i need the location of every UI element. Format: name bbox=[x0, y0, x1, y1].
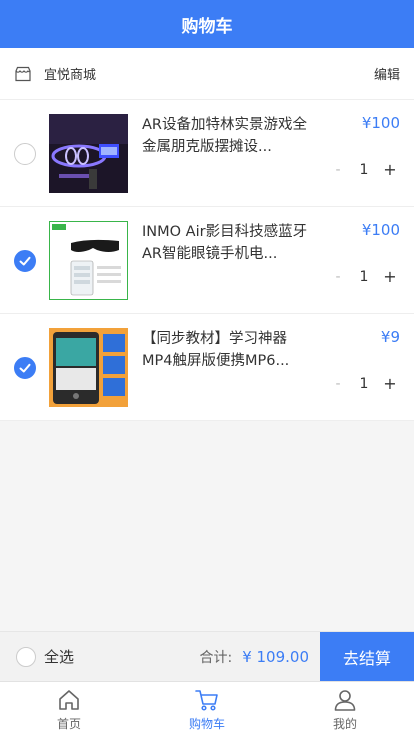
cart-icon bbox=[195, 689, 218, 711]
decrease-button[interactable]: - bbox=[328, 269, 348, 285]
decrease-button[interactable]: - bbox=[328, 162, 348, 178]
checkout-button[interactable]: 去结算 bbox=[320, 631, 414, 682]
home-icon bbox=[59, 689, 79, 710]
quantity-stepper: - 1 + bbox=[328, 160, 400, 179]
tab-label: 我的 bbox=[332, 716, 357, 731]
shop-name: 宜悦商城 bbox=[44, 68, 97, 83]
product-image[interactable] bbox=[49, 114, 128, 193]
page-title: 购物车 bbox=[181, 16, 233, 37]
tab-label: 购物车 bbox=[188, 716, 225, 731]
product-title[interactable]: INMO Air影目科技感蓝牙AR智能眼镜手机电... bbox=[142, 221, 312, 265]
cart-item: 【同步教材】学习神器MP4触屏版便携MP6... ¥9 - 1 + bbox=[0, 314, 414, 421]
quantity-value: 1 bbox=[359, 161, 369, 178]
user-icon bbox=[334, 689, 356, 711]
check-icon bbox=[19, 363, 31, 373]
cart-item: AR设备加特林实景游戏全金属朋克版摆摊设... ¥100 - 1 + bbox=[0, 100, 414, 207]
product-price: ¥9 bbox=[380, 328, 400, 346]
cart-item: INMO Air影目科技感蓝牙AR智能眼镜手机电... ¥100 - 1 + bbox=[0, 207, 414, 314]
increase-button[interactable]: + bbox=[380, 160, 400, 179]
page-header: 购物车 bbox=[0, 0, 414, 48]
select-all-checkbox[interactable] bbox=[16, 646, 36, 667]
increase-button[interactable]: + bbox=[380, 374, 400, 393]
quantity-value: 1 bbox=[359, 375, 369, 392]
tab-bar: 首页 购物车 我的 bbox=[0, 681, 414, 736]
checkout-bar: 全选 合计: ¥ 109.00 去结算 bbox=[0, 631, 414, 682]
item-checkbox[interactable] bbox=[14, 143, 36, 165]
decrease-button[interactable]: - bbox=[328, 376, 348, 392]
cart-list: AR设备加特林实景游戏全金属朋克版摆摊设... ¥100 - 1 + INMO … bbox=[0, 100, 414, 421]
item-checkbox[interactable] bbox=[14, 357, 36, 379]
product-price: ¥100 bbox=[361, 114, 400, 132]
total-label: 合计: bbox=[199, 649, 233, 666]
shop-bar: 宜悦商城 编辑 bbox=[0, 48, 414, 100]
product-title[interactable]: AR设备加特林实景游戏全金属朋克版摆摊设... bbox=[142, 114, 312, 158]
product-image[interactable] bbox=[49, 221, 128, 300]
edit-button[interactable]: 编辑 bbox=[374, 64, 400, 83]
quantity-value: 1 bbox=[359, 268, 369, 285]
tab-home[interactable]: 首页 bbox=[0, 682, 138, 736]
product-title[interactable]: 【同步教材】学习神器MP4触屏版便携MP6... bbox=[142, 328, 312, 372]
store-icon bbox=[15, 66, 31, 81]
item-checkbox[interactable] bbox=[14, 250, 36, 272]
check-icon bbox=[19, 256, 31, 266]
select-all-label[interactable]: 全选 bbox=[44, 646, 74, 667]
quantity-stepper: - 1 + bbox=[328, 267, 400, 286]
product-price: ¥100 bbox=[361, 221, 400, 239]
tab-label: 首页 bbox=[56, 716, 81, 731]
increase-button[interactable]: + bbox=[380, 267, 400, 286]
quantity-stepper: - 1 + bbox=[328, 374, 400, 393]
product-image[interactable] bbox=[49, 328, 128, 407]
total-value: ¥ 109.00 bbox=[242, 647, 309, 666]
tab-profile[interactable]: 我的 bbox=[276, 682, 414, 736]
tab-cart[interactable]: 购物车 bbox=[138, 682, 276, 736]
